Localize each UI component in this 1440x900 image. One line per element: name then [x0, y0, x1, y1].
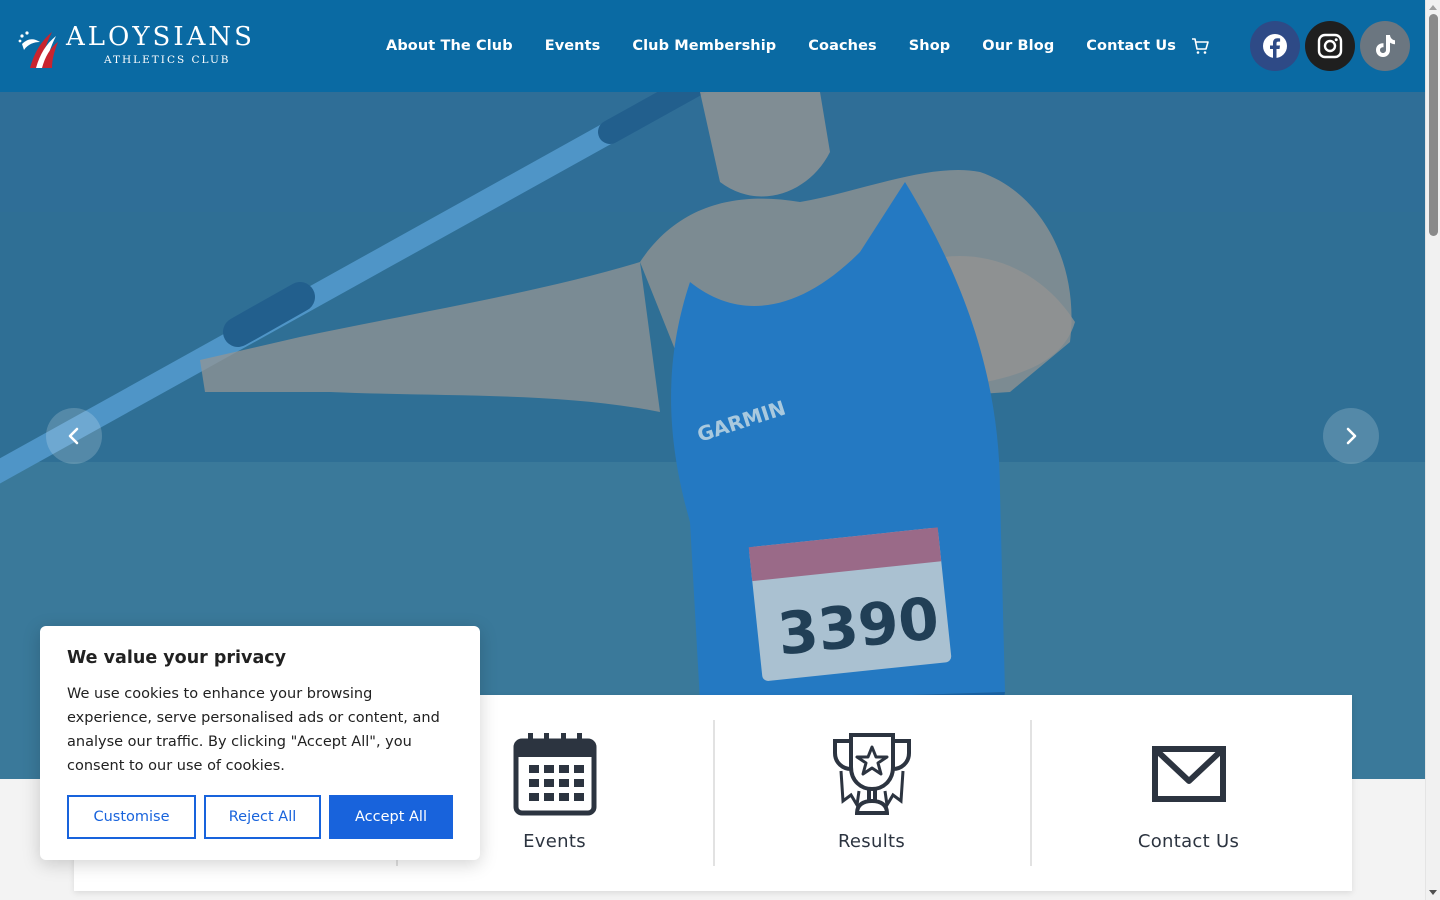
instagram-icon [1317, 33, 1343, 59]
quick-link-label: Contact Us [1137, 831, 1240, 852]
nav-membership[interactable]: Club Membership [632, 38, 776, 54]
site-header: ALOYSIANS ATHLETICS CLUB About The Club … [0, 0, 1425, 92]
tiktok-icon [1376, 35, 1395, 57]
site-logo[interactable]: ALOYSIANS ATHLETICS CLUB [16, 22, 276, 70]
cookie-consent-banner: We value your privacy We use cookies to … [40, 626, 480, 860]
nav-contact[interactable]: Contact Us [1086, 38, 1176, 54]
customise-button[interactable]: Customise [67, 795, 196, 839]
brand-title: ALOYSIANS [66, 22, 255, 52]
main-nav: About The Club Events Club Membership Co… [370, 0, 1192, 92]
eagle-stripes-logo [18, 31, 58, 68]
chevron-right-icon [1346, 427, 1357, 445]
cookie-actions: Customise Reject All Accept All [67, 795, 453, 839]
tiktok-button[interactable] [1360, 21, 1410, 71]
scroll-up-arrow-icon[interactable] [1429, 5, 1437, 10]
reject-all-button[interactable]: Reject All [204, 795, 321, 839]
trophy-icon [832, 733, 911, 815]
nav-events[interactable]: Events [545, 38, 601, 54]
page-scrollbar[interactable] [1425, 0, 1440, 900]
brand-subtitle: ATHLETICS CLUB [104, 54, 231, 66]
cookie-title: We value your privacy [67, 648, 287, 668]
accept-all-button[interactable]: Accept All [329, 795, 453, 839]
slider-next-button[interactable] [1323, 408, 1379, 464]
calendar-icon [513, 733, 596, 816]
quick-link-contact[interactable]: Contact Us [1030, 695, 1347, 891]
cookie-text: We use cookies to enhance your browsing … [67, 686, 440, 774]
quick-link-results[interactable]: Results [713, 695, 1030, 891]
scroll-down-arrow-icon[interactable] [1429, 890, 1437, 895]
nav-shop[interactable]: Shop [909, 38, 951, 54]
facebook-icon [1263, 34, 1287, 59]
slider-prev-button[interactable] [46, 408, 102, 464]
cart-icon[interactable] [1191, 37, 1209, 55]
facebook-button[interactable] [1250, 21, 1300, 71]
instagram-button[interactable] [1305, 21, 1355, 71]
nav-about[interactable]: About The Club [386, 38, 513, 54]
chevron-left-icon [68, 427, 79, 445]
nav-coaches[interactable]: Coaches [808, 38, 876, 54]
nav-blog[interactable]: Our Blog [982, 38, 1054, 54]
quick-link-label: Results [837, 831, 906, 852]
envelope-icon [1151, 746, 1226, 802]
scroll-thumb[interactable] [1429, 14, 1438, 236]
